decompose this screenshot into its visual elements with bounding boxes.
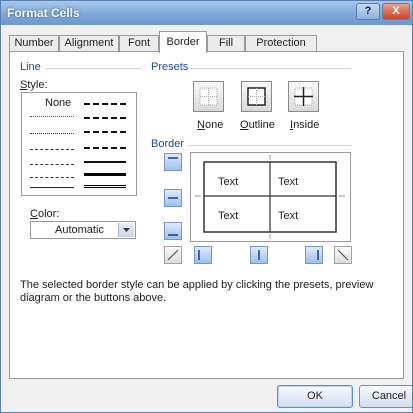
preview-grid — [195, 155, 345, 239]
preset-inside-icon — [294, 87, 313, 106]
help-note: The selected border style can be applied… — [20, 279, 374, 304]
style-none-option[interactable]: None — [45, 97, 71, 109]
border-inside-horizontal-icon — [168, 197, 178, 199]
line-style-hairline[interactable] — [30, 116, 74, 117]
preset-outline-icon — [247, 87, 266, 106]
style-label: Style: — [20, 79, 48, 91]
presets-group-title: Presets — [151, 61, 189, 73]
line-style-dotted[interactable] — [30, 133, 74, 134]
line-group-divider — [45, 68, 141, 69]
tab-font[interactable]: Font — [119, 35, 159, 52]
color-value: Automatic — [55, 224, 104, 236]
tab-number[interactable]: Number — [9, 35, 59, 52]
diagonal-up-icon — [167, 249, 179, 261]
preset-inside-label: Inside — [290, 119, 320, 131]
border-bottom-button[interactable] — [164, 222, 182, 240]
border-middle-button[interactable] — [164, 189, 182, 207]
line-group-title: Line — [20, 61, 41, 73]
tab-fill[interactable]: Fill — [207, 35, 245, 52]
border-group-title: Border — [151, 138, 185, 150]
tab-protection[interactable]: Protection — [245, 35, 317, 52]
border-inside-vertical-icon — [258, 250, 260, 260]
line-style-medium-dash-dot-dot[interactable] — [84, 103, 126, 105]
border-top-button[interactable] — [164, 153, 182, 171]
preset-none-icon — [199, 87, 218, 106]
preview-cell-text: Text — [218, 210, 239, 222]
dropdown-arrow-icon[interactable] — [118, 223, 134, 237]
border-top-icon — [168, 157, 178, 159]
line-style-thick[interactable] — [84, 173, 126, 176]
title-bar: Format Cells ? X — [1, 1, 412, 25]
line-style-list[interactable]: None — [21, 92, 137, 196]
line-style-dashed[interactable] — [30, 177, 74, 178]
line-style-medium-dash-dot[interactable] — [84, 131, 126, 133]
border-group-divider — [187, 145, 351, 146]
line-style-dash-dot-dot[interactable] — [30, 149, 74, 150]
close-button[interactable]: X — [382, 3, 410, 20]
border-center-button[interactable] — [250, 246, 268, 264]
preset-none-button[interactable] — [193, 81, 224, 112]
ok-button[interactable]: OK — [277, 385, 353, 408]
preview-cell-text: Text — [278, 210, 299, 222]
diagonal-down-icon — [337, 249, 349, 261]
format-cells-dialog: Format Cells ? X Number Alignment Font B… — [0, 0, 413, 413]
tab-alignment[interactable]: Alignment — [59, 35, 119, 52]
preset-inside-button[interactable] — [288, 81, 319, 112]
preset-outline-button[interactable] — [241, 81, 272, 112]
color-label: Color: — [30, 208, 60, 220]
line-style-slanted-dash-dot[interactable] — [84, 117, 126, 119]
line-style-medium[interactable] — [84, 161, 126, 163]
border-diagonal-down-button[interactable] — [334, 246, 352, 264]
help-button[interactable]: ? — [356, 3, 380, 20]
preset-none-label: None — [197, 119, 224, 131]
border-left-icon — [198, 250, 200, 260]
border-diagonal-up-button[interactable] — [164, 246, 182, 264]
dialog-title: Format Cells — [7, 6, 80, 20]
line-style-medium-dashed[interactable] — [84, 147, 126, 149]
border-bottom-icon — [168, 234, 178, 236]
border-right-icon — [317, 250, 319, 260]
preset-outline-label: Outline — [240, 119, 275, 131]
line-style-thin[interactable] — [30, 187, 74, 188]
border-right-button[interactable] — [305, 246, 323, 264]
color-dropdown[interactable]: Automatic — [30, 221, 136, 239]
line-style-double[interactable] — [84, 185, 126, 188]
tab-border[interactable]: Border — [159, 31, 207, 53]
line-style-dash-dot[interactable] — [30, 164, 74, 165]
preview-cell-text: Text — [218, 176, 239, 188]
border-preview-diagram[interactable]: Text Text Text Text — [190, 152, 351, 242]
cancel-button[interactable]: Cancel — [359, 385, 412, 408]
preview-cell-text: Text — [278, 176, 299, 188]
border-left-button[interactable] — [194, 246, 212, 264]
presets-group-divider — [191, 68, 351, 69]
